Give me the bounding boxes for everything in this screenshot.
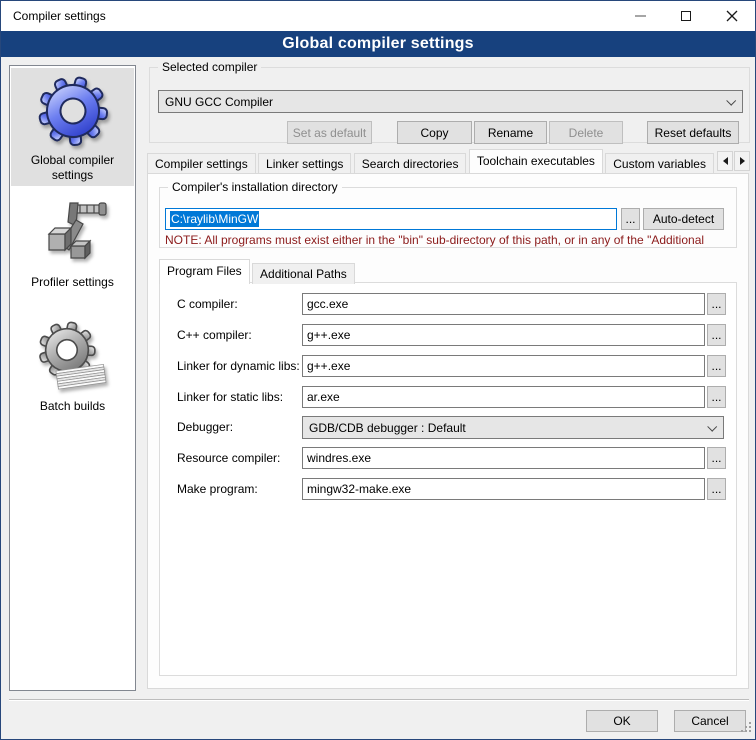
compiler-select[interactable]: GNU GCC Compiler [158,90,743,113]
resource-compiler-label: Resource compiler: [177,451,280,465]
resize-grip[interactable] [741,722,752,736]
c-compiler-label: C compiler: [177,297,238,311]
program-files-page: C compiler: gcc.exe ... C++ compiler: g+… [159,282,737,676]
program-files-tabstrip: Program Files Additional Paths [159,259,354,283]
debugger-label: Debugger: [177,420,233,434]
resource-compiler-browse-button[interactable]: ... [707,447,726,469]
caliper-icon [11,196,134,273]
titlebar: Compiler settings [1,1,755,31]
linker-dynamic-browse-button[interactable]: ... [707,355,726,377]
make-program-value: mingw32-make.exe [307,482,411,496]
tab-compiler-settings[interactable]: Compiler settings [147,153,256,173]
minimize-icon [635,15,646,17]
linker-dynamic-input[interactable]: g++.exe [302,355,705,377]
arrow-right-icon [740,157,745,165]
selected-compiler-group-title: Selected compiler [158,60,261,74]
linker-static-value: ar.exe [307,390,340,404]
delete-button: Delete [549,121,623,144]
browse-directory-button[interactable]: ... [621,208,640,230]
tab-toolchain-executables[interactable]: Toolchain executables [469,149,603,173]
sidebar-item-batch-builds[interactable]: Batch builds [11,314,134,418]
cpp-compiler-browse-button[interactable]: ... [707,324,726,346]
banner-title: Global compiler settings [282,35,474,53]
linker-dynamic-value: g++.exe [307,359,350,373]
c-compiler-browse-button[interactable]: ... [707,293,726,315]
window-title: Compiler settings [13,9,106,23]
make-program-input[interactable]: mingw32-make.exe [302,478,705,500]
reset-defaults-button[interactable]: Reset defaults [647,121,739,144]
settings-tabstrip: Compiler settings Linker settings Search… [147,149,715,173]
set-as-default-button: Set as default [287,121,372,144]
cancel-button[interactable]: Cancel [674,710,746,732]
c-compiler-value: gcc.exe [307,297,348,311]
make-program-label: Make program: [177,482,258,496]
sidebar-item-global-compiler-settings[interactable]: Global compiler settings [11,68,134,186]
maximize-button[interactable] [663,1,709,31]
copy-button[interactable]: Copy [397,121,472,144]
make-program-browse-button[interactable]: ... [707,478,726,500]
cpp-compiler-value: g++.exe [307,328,350,342]
tab-additional-paths[interactable]: Additional Paths [252,263,355,284]
arrow-left-icon [723,157,728,165]
compiler-settings-dialog: Compiler settings Global compiler settin… [0,0,756,740]
cpp-compiler-input[interactable]: g++.exe [302,324,705,346]
cpp-compiler-label: C++ compiler: [177,328,252,342]
linker-dynamic-label: Linker for dynamic libs: [177,359,300,373]
tab-linker-settings[interactable]: Linker settings [258,153,351,173]
gray-gear-stack-icon [11,320,134,397]
sidebar-item-label: Batch builds [17,399,129,414]
installation-note: NOTE: All programs must exist either in … [165,233,733,247]
auto-detect-button[interactable]: Auto-detect [643,208,724,230]
sidebar-item-profiler-settings[interactable]: Profiler settings [11,190,134,294]
close-icon [726,10,738,22]
chevron-down-icon [707,422,717,432]
installation-directory-group: Compiler's installation directory C:\ray… [159,187,737,248]
debugger-select[interactable]: GDB/CDB debugger : Default [302,416,724,439]
tab-search-directories[interactable]: Search directories [354,153,467,173]
linker-static-label: Linker for static libs: [177,390,283,404]
tab-scroll-left-button[interactable] [717,151,733,171]
resource-compiler-value: windres.exe [307,451,371,465]
installation-directory-value: C:\raylib\MinGW [170,211,259,227]
close-button[interactable] [709,1,755,31]
selected-compiler-group: Selected compiler GNU GCC Compiler Set a… [149,67,750,143]
installation-directory-input[interactable]: C:\raylib\MinGW [165,208,617,230]
minimize-button[interactable] [617,1,663,31]
compiler-select-value: GNU GCC Compiler [165,95,273,109]
footer-divider [9,699,749,701]
linker-static-browse-button[interactable]: ... [707,386,726,408]
debugger-value: GDB/CDB debugger : Default [309,421,466,435]
maximize-icon [681,11,691,21]
blue-gear-icon [11,74,134,151]
rename-button[interactable]: Rename [474,121,547,144]
linker-static-input[interactable]: ar.exe [302,386,705,408]
category-list: Global compiler settings [9,65,136,691]
sidebar-item-label: Profiler settings [17,275,129,290]
tab-custom-variables[interactable]: Custom variables [605,153,714,173]
c-compiler-input[interactable]: gcc.exe [302,293,705,315]
tab-scroll-right-button[interactable] [734,151,750,171]
sidebar-item-label: Global compiler settings [17,153,129,183]
resource-compiler-input[interactable]: windres.exe [302,447,705,469]
dialog-banner: Global compiler settings [1,31,755,57]
ok-button[interactable]: OK [586,710,658,732]
tab-program-files[interactable]: Program Files [159,259,250,284]
installation-directory-group-title: Compiler's installation directory [168,180,342,194]
chevron-down-icon [726,96,736,106]
